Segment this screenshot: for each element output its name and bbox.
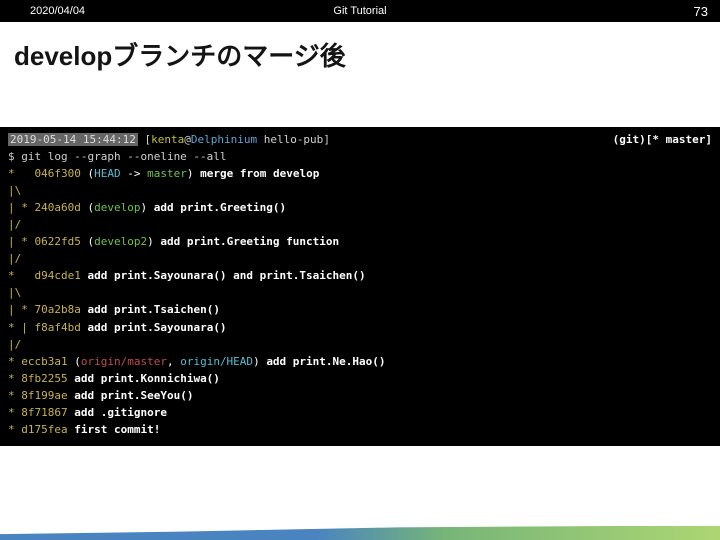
git-log-line: * d175fea first commit! xyxy=(8,421,712,438)
prompt-at: @ xyxy=(184,133,191,146)
git-log-line: * 046f300 (HEAD -> master) merge from de… xyxy=(8,165,712,182)
git-log-line: |\ xyxy=(8,284,712,301)
git-log-line: |\ xyxy=(8,182,712,199)
prompt-host: Delphinium xyxy=(191,133,257,146)
header-date: 2020/04/04 xyxy=(30,5,85,17)
terminal-command: $ git log --graph --oneline --all xyxy=(8,148,712,165)
decorative-footer-stripe xyxy=(0,526,720,540)
git-log-line: |/ xyxy=(8,336,712,353)
git-log-line: * | f8af4bd add print.Sayounara() xyxy=(8,319,712,336)
git-log-line: | * 0622fd5 (develop2) add print.Greetin… xyxy=(8,233,712,250)
prompt-bracket-close: ] xyxy=(323,133,330,146)
git-log-output: * 046f300 (HEAD -> master) merge from de… xyxy=(8,165,712,438)
slide-header: 2020/04/04 Git Tutorial 73 xyxy=(0,0,720,22)
terminal-prompt-row: 2019-05-14 15:44:12 [kenta@Delphinium he… xyxy=(8,131,712,148)
prompt-user: kenta xyxy=(151,133,184,146)
git-log-line: * 8f199ae add print.SeeYou() xyxy=(8,387,712,404)
git-log-line: * eccb3a1 (origin/master, origin/HEAD) a… xyxy=(8,353,712,370)
git-log-line: | * 240a60d (develop) add print.Greeting… xyxy=(8,199,712,216)
prompt-time: 2019-05-14 15:44:12 xyxy=(10,133,136,146)
git-status-indicator: (git)[* master] xyxy=(613,131,712,148)
git-log-line: | * 70a2b8a add print.Tsaichen() xyxy=(8,301,712,318)
git-log-line: |/ xyxy=(8,216,712,233)
git-log-line: * 8f71867 add .gitignore xyxy=(8,404,712,421)
slide-title: developブランチのマージ後 xyxy=(0,22,720,81)
terminal-output: 2019-05-14 15:44:12 [kenta@Delphinium he… xyxy=(0,127,720,446)
git-log-line: |/ xyxy=(8,250,712,267)
prompt-dir: hello-pub xyxy=(257,133,323,146)
terminal-prompt-info: 2019-05-14 15:44:12 [kenta@Delphinium he… xyxy=(8,131,330,148)
header-page-number: 73 xyxy=(694,4,708,19)
git-log-line: * 8fb2255 add print.Konnichiwa() xyxy=(8,370,712,387)
git-log-line: * d94cde1 add print.Sayounara() and prin… xyxy=(8,267,712,284)
header-title: Git Tutorial xyxy=(333,5,386,17)
